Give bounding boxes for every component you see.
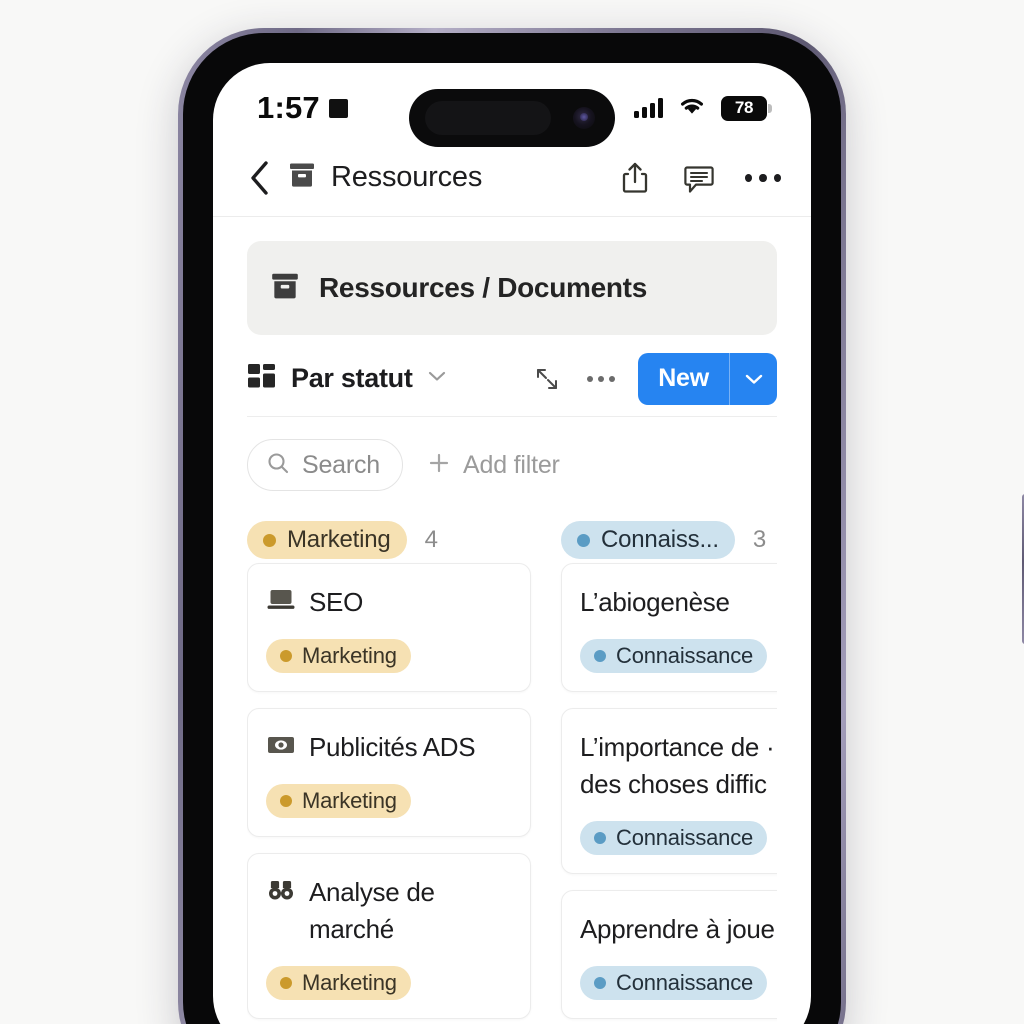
board-card[interactable]: Apprendre à joue Connaissance xyxy=(561,889,777,1019)
phone-screen: 1:57 78 Ressources Ressources / Document… xyxy=(213,63,811,1024)
status-badge-label: Connaiss... xyxy=(601,526,719,553)
card-status-label: Marketing xyxy=(302,787,397,813)
card-status-badge: Connaissance xyxy=(580,820,768,855)
kanban-board: Marketing 4 SEO Marketing Publicités ADS… xyxy=(247,517,777,1024)
nav-actions xyxy=(617,160,781,196)
card-title: Apprendre à joue xyxy=(580,913,775,944)
cellular-signal-icon xyxy=(634,98,663,118)
status-time-group: 1:57 xyxy=(257,90,348,126)
board-grid-icon xyxy=(247,363,277,394)
search-icon xyxy=(266,451,290,480)
banknote-icon xyxy=(266,732,296,758)
status-dot-icon xyxy=(280,649,292,662)
card-status-label: Marketing xyxy=(302,969,397,995)
add-filter-button[interactable]: Add filter xyxy=(427,451,560,480)
new-button-label: New xyxy=(658,364,709,392)
view-selector[interactable]: Par statut xyxy=(247,363,447,394)
status-badge-label: Marketing xyxy=(287,526,391,553)
app-nav-bar: Ressources xyxy=(213,139,811,217)
card-status-badge: Connaissance xyxy=(580,965,768,1000)
battery-percent: 78 xyxy=(734,98,754,117)
expand-diagonal-icon[interactable] xyxy=(530,362,564,396)
share-icon[interactable] xyxy=(617,160,653,196)
toolbar-actions: New xyxy=(530,352,777,405)
phone-frame: 1:57 78 Ressources Ressources / Document… xyxy=(178,28,1024,1024)
status-dot-icon xyxy=(280,976,292,989)
column-count: 3 xyxy=(752,526,767,553)
board-card[interactable]: SEO Marketing xyxy=(247,563,531,692)
dynamic-island-pill xyxy=(425,101,551,135)
breadcrumb[interactable]: Ressources / Documents xyxy=(247,241,777,335)
add-filter-label: Add filter xyxy=(463,450,560,479)
card-status-badge: Connaissance xyxy=(580,638,768,673)
new-button[interactable]: New xyxy=(638,352,777,405)
status-indicators: 78 xyxy=(634,95,772,122)
status-dot-icon xyxy=(594,831,606,844)
status-badge[interactable]: Marketing xyxy=(247,521,407,559)
status-dot-icon xyxy=(577,533,590,547)
board-card[interactable]: Publicités ADS Marketing xyxy=(247,707,531,837)
column-header: Marketing 4 xyxy=(247,517,531,563)
nav-title-group[interactable]: Ressources xyxy=(287,160,482,195)
search-input[interactable]: Search xyxy=(247,439,404,491)
page-content: Ressources / Documents Par statut New Se… xyxy=(213,241,811,1024)
comment-icon[interactable] xyxy=(681,160,717,196)
laptop-icon xyxy=(266,587,296,613)
new-button-caret-icon[interactable] xyxy=(729,352,777,405)
board-card[interactable]: L’abiogenèse Connaissance xyxy=(561,563,777,692)
board-column-marketing: Marketing 4 SEO Marketing Publicités ADS… xyxy=(247,517,531,1024)
back-button[interactable] xyxy=(239,158,279,198)
status-time: 1:57 xyxy=(257,90,320,125)
card-title: L’importance de · des choses diffic xyxy=(580,731,775,799)
status-dot-icon xyxy=(263,533,276,547)
card-status-label: Connaissance xyxy=(616,969,754,995)
record-square-icon xyxy=(328,98,348,118)
status-dot-icon xyxy=(594,976,606,989)
view-label: Par statut xyxy=(291,363,413,393)
page-title: Ressources xyxy=(331,161,483,193)
card-status-label: Connaissance xyxy=(616,824,754,850)
card-title: Analyse de marché xyxy=(309,876,435,944)
card-status-badge: Marketing xyxy=(266,638,411,673)
status-bar: 1:57 78 xyxy=(213,63,811,147)
search-placeholder: Search xyxy=(302,450,381,479)
status-dot-icon xyxy=(594,649,606,662)
plus-icon xyxy=(427,451,451,480)
column-count: 4 xyxy=(424,526,438,553)
filter-row: Search Add filter xyxy=(247,439,777,491)
card-status-label: Connaissance xyxy=(616,642,754,668)
card-status-label: Marketing xyxy=(302,642,397,668)
status-badge[interactable]: Connaiss... xyxy=(561,521,735,559)
card-title: Publicités ADS xyxy=(309,731,476,762)
card-title: L’abiogenèse xyxy=(580,587,730,617)
more-horizontal-icon[interactable] xyxy=(745,160,781,196)
archive-box-icon xyxy=(269,270,301,307)
archive-box-icon xyxy=(287,160,317,195)
phone-bezel: 1:57 78 Ressources Ressources / Document… xyxy=(183,33,841,1024)
chevron-down-icon xyxy=(427,369,447,388)
board-column-connaissance: Connaiss... 3 L’abiogenèse Connaissance … xyxy=(561,517,777,1024)
board-card[interactable]: Analyse de marché Marketing xyxy=(247,852,531,1019)
breadcrumb-text: Ressources / Documents xyxy=(319,272,647,303)
more-horizontal-icon[interactable] xyxy=(584,362,618,396)
board-card[interactable]: L’importance de · des choses diffic Conn… xyxy=(561,707,777,874)
card-status-badge: Marketing xyxy=(266,783,411,818)
card-title: SEO xyxy=(309,587,364,617)
wifi-icon xyxy=(677,95,707,122)
dynamic-island xyxy=(409,89,615,147)
card-status-badge: Marketing xyxy=(266,965,411,1000)
view-toolbar: Par statut New xyxy=(247,341,777,417)
status-dot-icon xyxy=(280,794,292,807)
column-header: Connaiss... 3 xyxy=(561,517,777,563)
screenshot-stage: 1:57 78 Ressources Ressources / Document… xyxy=(0,0,1024,1024)
front-camera-icon xyxy=(573,107,595,129)
battery-icon: 78 xyxy=(721,95,772,121)
binoculars-icon xyxy=(266,877,296,903)
